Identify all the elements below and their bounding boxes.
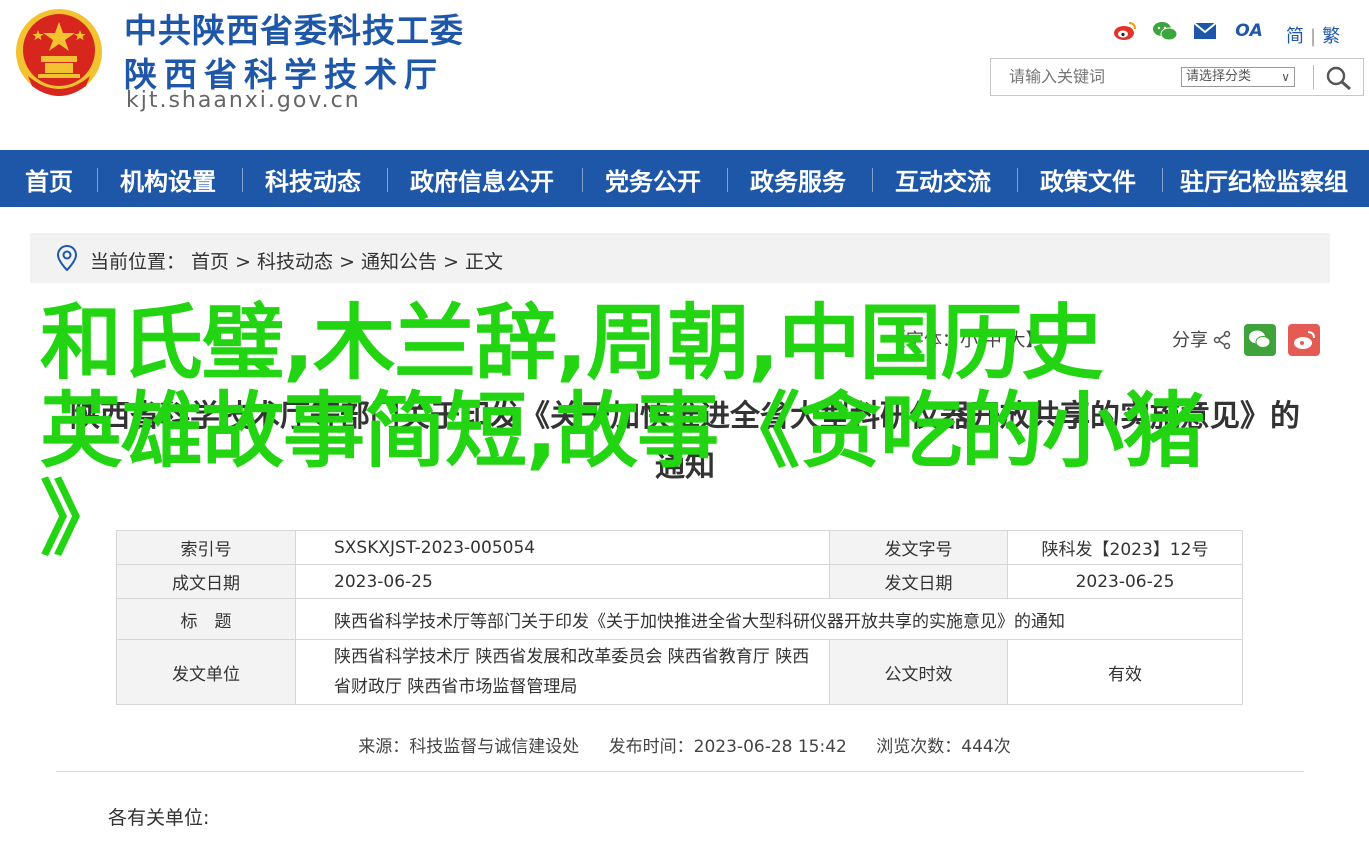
search-category-label: 请选择分类 bbox=[1186, 69, 1252, 84]
written-date-value: 2023-06-25 bbox=[295, 564, 830, 599]
nav-item-interaction[interactable]: 互动交流 bbox=[895, 162, 991, 197]
nav-item-gov-info[interactable]: 政府信息公开 bbox=[410, 162, 554, 197]
document-info-table: 索引号 SXSKXJST-2023-005054 发文字号 陕科发【2023】1… bbox=[116, 530, 1243, 705]
search-divider bbox=[1313, 65, 1314, 89]
nav-separator bbox=[387, 168, 388, 192]
search-category-select[interactable]: 请选择分类 ∨ bbox=[1181, 67, 1295, 87]
nav-item-home[interactable]: 首页 bbox=[25, 162, 73, 197]
validity-value: 有效 bbox=[1007, 639, 1243, 705]
lang-separator: | bbox=[1310, 26, 1317, 47]
index-value: SXSKXJST-2023-005054 bbox=[295, 530, 830, 565]
title-value: 陕西省科学技术厅等部门关于印发《关于加快推进全省大型科研仪器开放共享的实施意见》… bbox=[295, 598, 1243, 640]
index-label: 索引号 bbox=[116, 530, 296, 565]
written-date-label: 成文日期 bbox=[116, 564, 296, 599]
issuing-unit-cell: 陕西省科学技术厅 陕西省发展和改革委员会 陕西省教育厅 陕西省财政厅 陕西省市场… bbox=[295, 639, 830, 705]
doc-number-value: 陕科发【2023】12号 bbox=[1007, 530, 1243, 565]
weibo-icon[interactable] bbox=[1112, 18, 1138, 44]
nav-item-policy-docs[interactable]: 政策文件 bbox=[1040, 162, 1136, 197]
oa-label: OA bbox=[1235, 21, 1263, 41]
national-emblem-icon bbox=[16, 9, 102, 96]
nav-separator bbox=[242, 168, 243, 192]
nav-separator bbox=[727, 168, 728, 192]
location-pin-icon bbox=[56, 245, 78, 271]
title-label: 标 题 bbox=[116, 598, 296, 640]
article-view-count: 浏览次数：444次 bbox=[876, 737, 1011, 757]
chevron-down-icon: ∨ bbox=[1281, 70, 1290, 84]
article-publish-time: 发布时间：2023-06-28 15:42 bbox=[608, 737, 847, 757]
issuing-unit-label: 发文单位 bbox=[116, 639, 296, 705]
table-row: 索引号 SXSKXJST-2023-005054 发文字号 陕科发【2023】1… bbox=[116, 530, 1243, 565]
nav-item-discipline-inspection[interactable]: 驻厅纪检监察组 bbox=[1180, 162, 1348, 197]
issued-date-label: 发文日期 bbox=[829, 564, 1008, 599]
article-greeting: 各有关单位: bbox=[108, 807, 210, 829]
table-row: 成文日期 2023-06-25 发文日期 2023-06-25 bbox=[116, 564, 1243, 599]
nav-item-gov-services[interactable]: 政务服务 bbox=[750, 162, 846, 197]
article-source: 来源：科技监督与诚信建设处 bbox=[358, 737, 580, 757]
nav-separator bbox=[582, 168, 583, 192]
article-meta: 来源：科技监督与诚信建设处 发布时间：2023-06-28 15:42 浏览次数… bbox=[0, 732, 1369, 757]
main-nav: 首页 机构设置 科技动态 政府信息公开 党务公开 政务服务 互动交流 政策文件 … bbox=[0, 150, 1369, 207]
oa-icon[interactable]: OA bbox=[1232, 18, 1266, 44]
nav-separator bbox=[97, 168, 98, 192]
table-row: 标 题 陕西省科学技术厅等部门关于印发《关于加快推进全省大型科研仪器开放共享的实… bbox=[116, 598, 1243, 640]
doc-number-label: 发文字号 bbox=[829, 530, 1008, 565]
org-name-line1: 中共陕西省委科技工委 bbox=[124, 11, 464, 50]
site-domain: kjt.shaanxi.gov.cn bbox=[126, 88, 361, 113]
search-icon[interactable] bbox=[1325, 65, 1353, 91]
lang-simplified-link[interactable]: 简 bbox=[1286, 26, 1304, 47]
wechat-icon[interactable] bbox=[1152, 18, 1178, 44]
issued-date-value: 2023-06-25 bbox=[1007, 564, 1243, 599]
nav-item-tech-news[interactable]: 科技动态 bbox=[265, 162, 361, 197]
overlay-headline: 和氏璧,木兰辞,周朝,中国历史 英雄故事简短,故事《贪吃的小猪 》 bbox=[40, 296, 1205, 567]
site-header: 中共陕西省委科技工委 陕西省科学技术厅 kjt.shaanxi.gov.cn O… bbox=[0, 0, 1369, 150]
search-input[interactable] bbox=[1009, 67, 1159, 86]
nav-separator bbox=[872, 168, 873, 192]
content-divider bbox=[56, 771, 1304, 772]
issuing-unit-value: 陕西省科学技术厅 陕西省发展和改革委员会 陕西省教育厅 陕西省财政厅 陕西省市场… bbox=[334, 647, 810, 697]
nav-separator bbox=[1162, 168, 1163, 192]
nav-item-party-affairs[interactable]: 党务公开 bbox=[605, 162, 701, 197]
top-icon-bar: OA bbox=[1112, 18, 1266, 44]
nav-item-organization[interactable]: 机构设置 bbox=[120, 162, 216, 197]
language-switch: 简 | 繁 bbox=[1286, 22, 1340, 48]
lang-traditional-link[interactable]: 繁 bbox=[1322, 26, 1340, 47]
mail-icon[interactable] bbox=[1192, 18, 1218, 44]
breadcrumb: 当前位置： 首页 > 科技动态 > 通知公告 > 正文 bbox=[30, 233, 1330, 283]
search-box: 请选择分类 ∨ bbox=[990, 58, 1364, 96]
breadcrumb-text[interactable]: 当前位置： 首页 > 科技动态 > 通知公告 > 正文 bbox=[90, 247, 503, 274]
table-row: 发文单位 陕西省科学技术厅 陕西省发展和改革委员会 陕西省教育厅 陕西省财政厅 … bbox=[116, 639, 1243, 705]
validity-label: 公文时效 bbox=[829, 639, 1008, 705]
nav-separator bbox=[1017, 168, 1018, 192]
